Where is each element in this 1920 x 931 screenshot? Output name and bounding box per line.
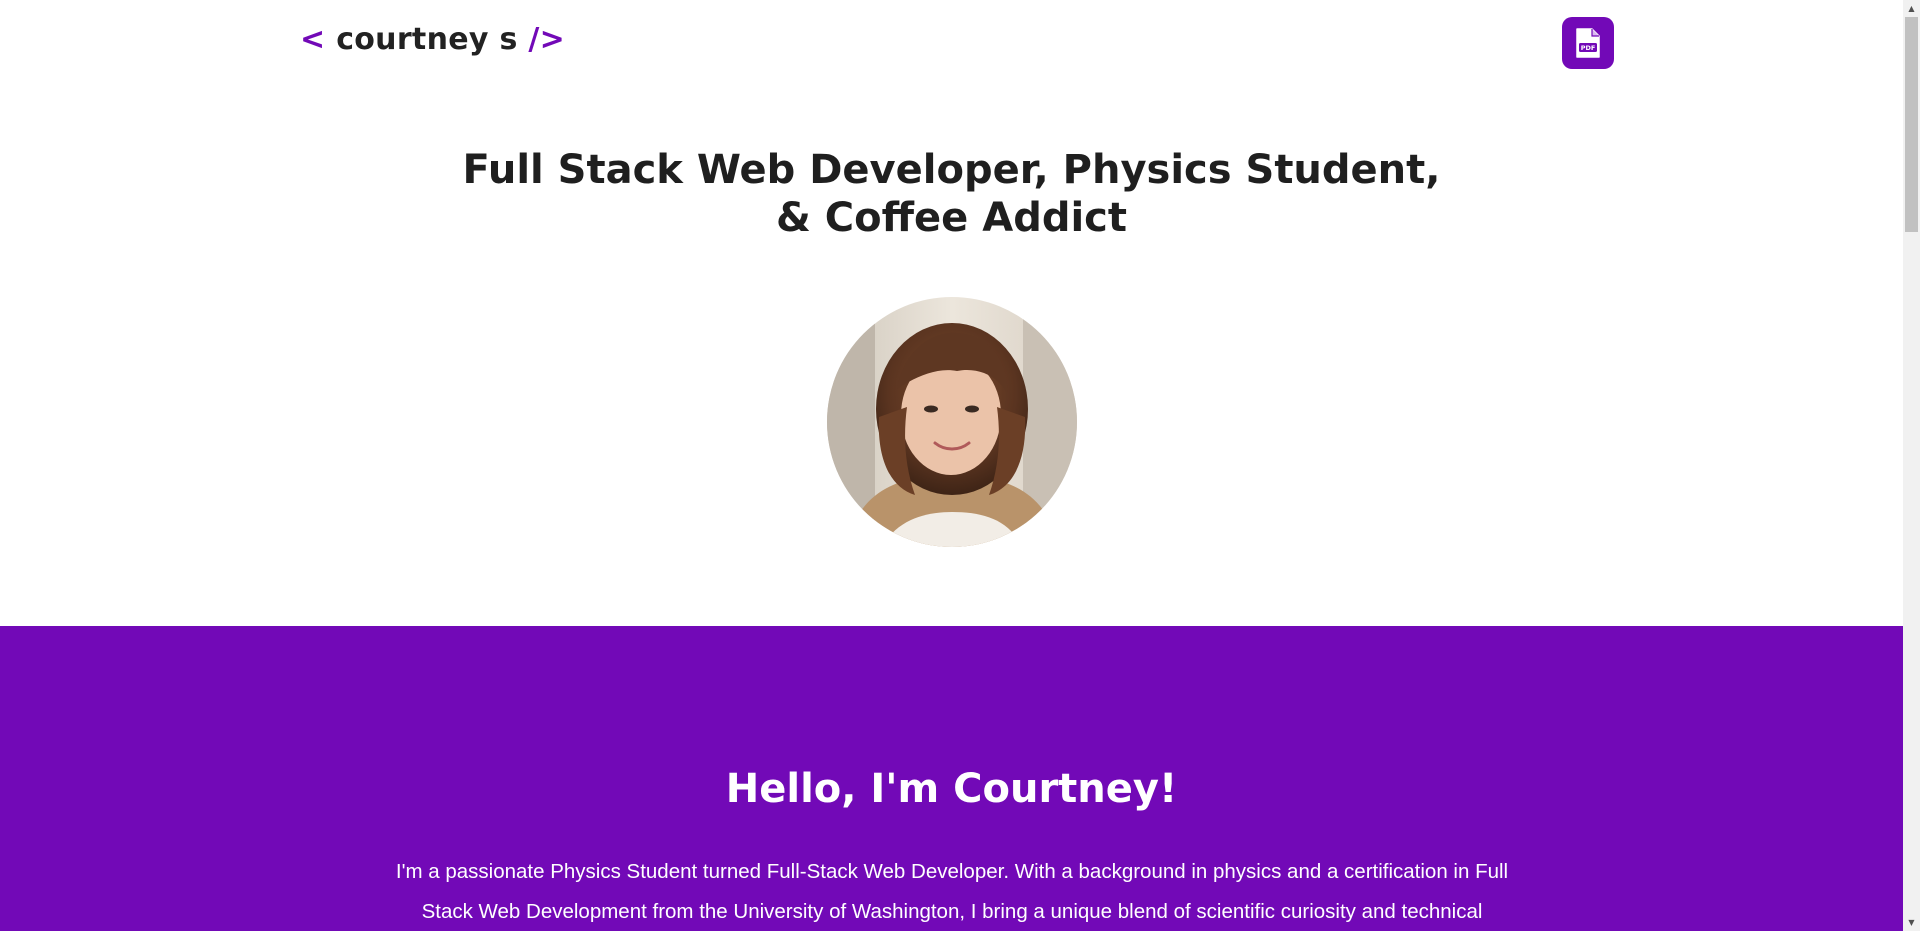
hero-title-line-2: & Coffee Addict (776, 195, 1127, 241)
logo-name: courtney s (336, 22, 518, 57)
hero-title-line-1: Full Stack Web Developer, Physics Studen… (462, 147, 1441, 193)
hero-section: Full Stack Web Developer, Physics Studen… (0, 86, 1903, 626)
pdf-file-icon: PDF (1576, 28, 1600, 58)
hero-title: Full Stack Web Developer, Physics Studen… (400, 146, 1503, 242)
page-scrollbar[interactable]: ▲ ▼ (1903, 0, 1920, 931)
scroll-down-arrow-icon[interactable]: ▼ (1903, 914, 1920, 931)
top-navigation: < courtney s /> PDF (0, 0, 1903, 86)
scrollbar-thumb[interactable] (1905, 17, 1918, 232)
about-heading: Hello, I'm Courtney! (725, 766, 1178, 812)
site-logo[interactable]: < courtney s /> (300, 22, 565, 57)
logo-close-bracket: /> (528, 22, 566, 57)
profile-photo (827, 297, 1077, 547)
resume-pdf-button[interactable]: PDF (1562, 17, 1614, 69)
logo-open-bracket: < (300, 22, 326, 57)
pdf-icon-label: PDF (1581, 44, 1596, 52)
about-section: Hello, I'm Courtney! I'm a passionate Ph… (0, 626, 1903, 931)
portfolio-page: < courtney s /> PDF Full Stack Web Devel… (0, 0, 1903, 931)
about-intro-text: I'm a passionate Physics Student turned … (395, 860, 1509, 923)
scroll-up-arrow-icon[interactable]: ▲ (1903, 0, 1920, 17)
